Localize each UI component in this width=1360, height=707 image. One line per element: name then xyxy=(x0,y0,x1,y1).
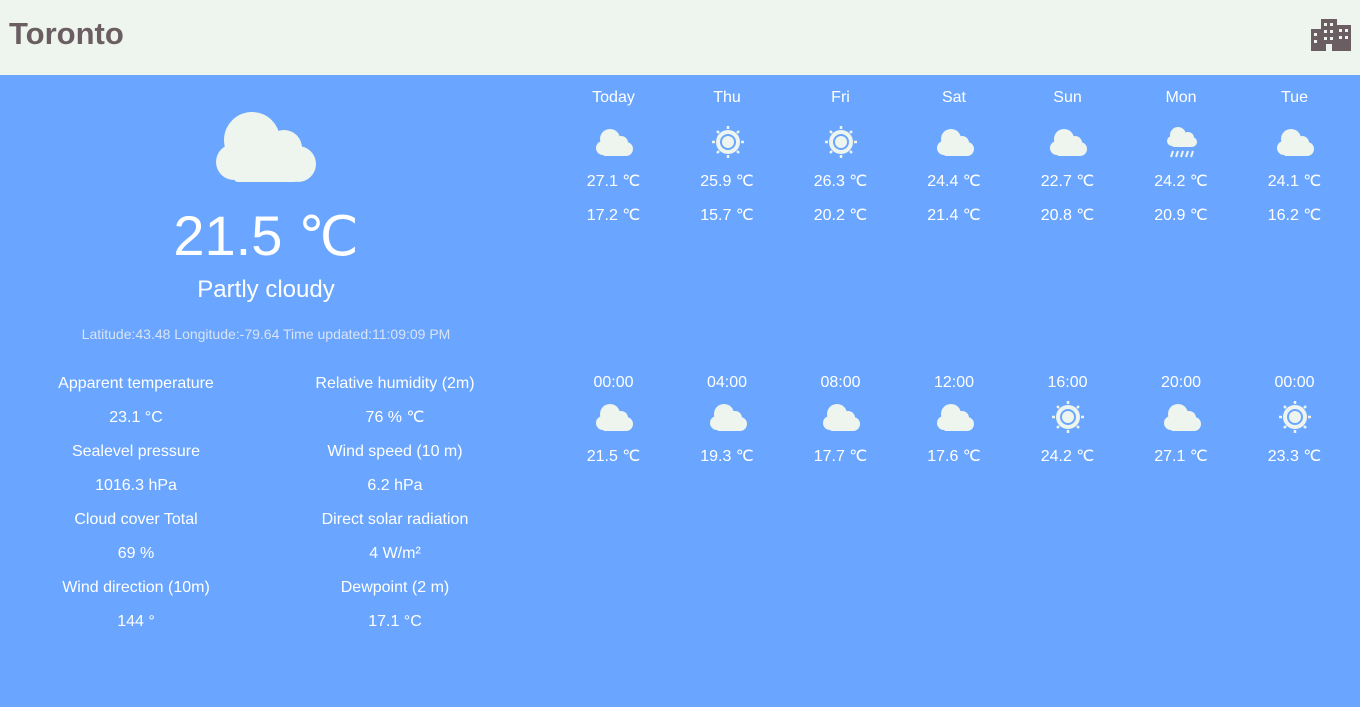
cloud-icon xyxy=(596,129,633,156)
day-label: Thu xyxy=(713,89,741,106)
sun-icon xyxy=(711,126,744,158)
day-min-temp: 16.2 ℃ xyxy=(1267,207,1322,224)
detail-value: 69 % xyxy=(117,545,155,562)
hour-label: 16:00 xyxy=(1047,374,1088,391)
day-min-temp: 17.2 ℃ xyxy=(586,207,641,224)
hour-label: 20:00 xyxy=(1160,374,1202,391)
day-label: Tue xyxy=(1281,89,1308,106)
day-max-temp: 24.1 ℃ xyxy=(1267,173,1322,190)
day-label: Fri xyxy=(831,89,850,106)
day-min-temp: 21.4 ℃ xyxy=(927,207,981,224)
detail-value: 76 % ℃ xyxy=(365,409,425,426)
cloud-icon xyxy=(1050,129,1087,156)
day-max-temp: 27.1 ℃ xyxy=(586,173,641,190)
detail-label: Wind speed (10 m) xyxy=(327,443,463,460)
day-label: Today xyxy=(592,89,635,106)
sun-icon xyxy=(1052,401,1084,433)
detail-value: 17.1 °C xyxy=(368,613,422,630)
day-min-temp: 20.9 ℃ xyxy=(1154,207,1208,224)
hour-temp: 21.5 ℃ xyxy=(586,448,641,465)
detail-label: Cloud cover Total xyxy=(74,511,198,528)
day-label: Sun xyxy=(1053,89,1082,106)
detail-label: Relative humidity (2m) xyxy=(315,375,475,392)
hour-label: 08:00 xyxy=(820,374,861,391)
hour-temp: 17.6 ℃ xyxy=(927,448,981,465)
app-header: Toronto xyxy=(0,0,1360,75)
detail-label: Sealevel pressure xyxy=(71,443,201,460)
current-temperature: 21.5 ℃ xyxy=(173,204,359,267)
rain-icon xyxy=(1166,127,1197,158)
cloud-icon xyxy=(709,404,747,431)
cloud-icon xyxy=(1163,404,1201,431)
cloud-icon xyxy=(936,129,974,156)
day-max-temp: 24.2 ℃ xyxy=(1154,173,1208,190)
detail-value: 4 W/m² xyxy=(369,545,421,562)
hour-temp: 19.3 ℃ xyxy=(700,448,754,465)
day-max-temp: 22.7 ℃ xyxy=(1040,173,1095,190)
cloud-icon xyxy=(936,404,974,431)
day-max-temp: 25.9 ℃ xyxy=(700,173,754,190)
hour-label: 04:00 xyxy=(706,374,748,391)
day-max-temp: 26.3 ℃ xyxy=(813,173,868,190)
cloud-icon xyxy=(596,404,633,431)
day-min-temp: 15.7 ℃ xyxy=(700,207,754,224)
day-max-temp: 24.4 ℃ xyxy=(927,173,981,190)
detail-value: 6.2 hPa xyxy=(367,477,423,494)
hour-temp: 24.2 ℃ xyxy=(1040,448,1095,465)
detail-label: Wind direction (10m) xyxy=(62,579,210,596)
hour-temp: 17.7 ℃ xyxy=(813,448,868,465)
temperature-unit: ℃ xyxy=(297,207,359,267)
hour-temp: 23.3 ℃ xyxy=(1267,448,1322,465)
detail-value: 144 ° xyxy=(117,613,155,630)
sun-icon xyxy=(1279,401,1311,433)
details-column-right: Relative humidity (2m) 76 % ℃ Wind speed… xyxy=(262,374,528,646)
detail-value: 1016.3 hPa xyxy=(95,477,177,494)
city-buildings-icon[interactable] xyxy=(1311,17,1351,51)
hour-label: 00:00 xyxy=(1274,374,1315,391)
current-cloud-icon xyxy=(216,112,316,182)
day-label: Sat xyxy=(941,89,966,106)
hour-temp: 27.1 ℃ xyxy=(1154,448,1208,465)
cloud-icon xyxy=(823,404,860,431)
day-min-temp: 20.2 ℃ xyxy=(813,207,868,224)
city-title: Toronto xyxy=(9,16,124,51)
hour-label: 00:00 xyxy=(593,374,634,391)
day-label: Mon xyxy=(1165,89,1197,106)
day-min-temp: 20.8 ℃ xyxy=(1040,207,1095,224)
detail-label: Apparent temperature xyxy=(58,375,214,392)
detail-value: 23.1 °C xyxy=(109,409,163,426)
detail-label: Dewpoint (2 m) xyxy=(340,579,450,596)
location-meta: Latitude:43.48 Longitude:-79.64 Time upd… xyxy=(81,326,451,342)
details-column-left: Apparent temperature 23.1 °C Sealevel pr… xyxy=(3,374,269,646)
detail-label: Direct solar radiation xyxy=(321,511,469,528)
sun-icon xyxy=(825,126,857,158)
cloud-icon xyxy=(1277,129,1314,156)
current-condition: Partly cloudy xyxy=(197,276,335,303)
hour-label: 12:00 xyxy=(933,374,975,391)
